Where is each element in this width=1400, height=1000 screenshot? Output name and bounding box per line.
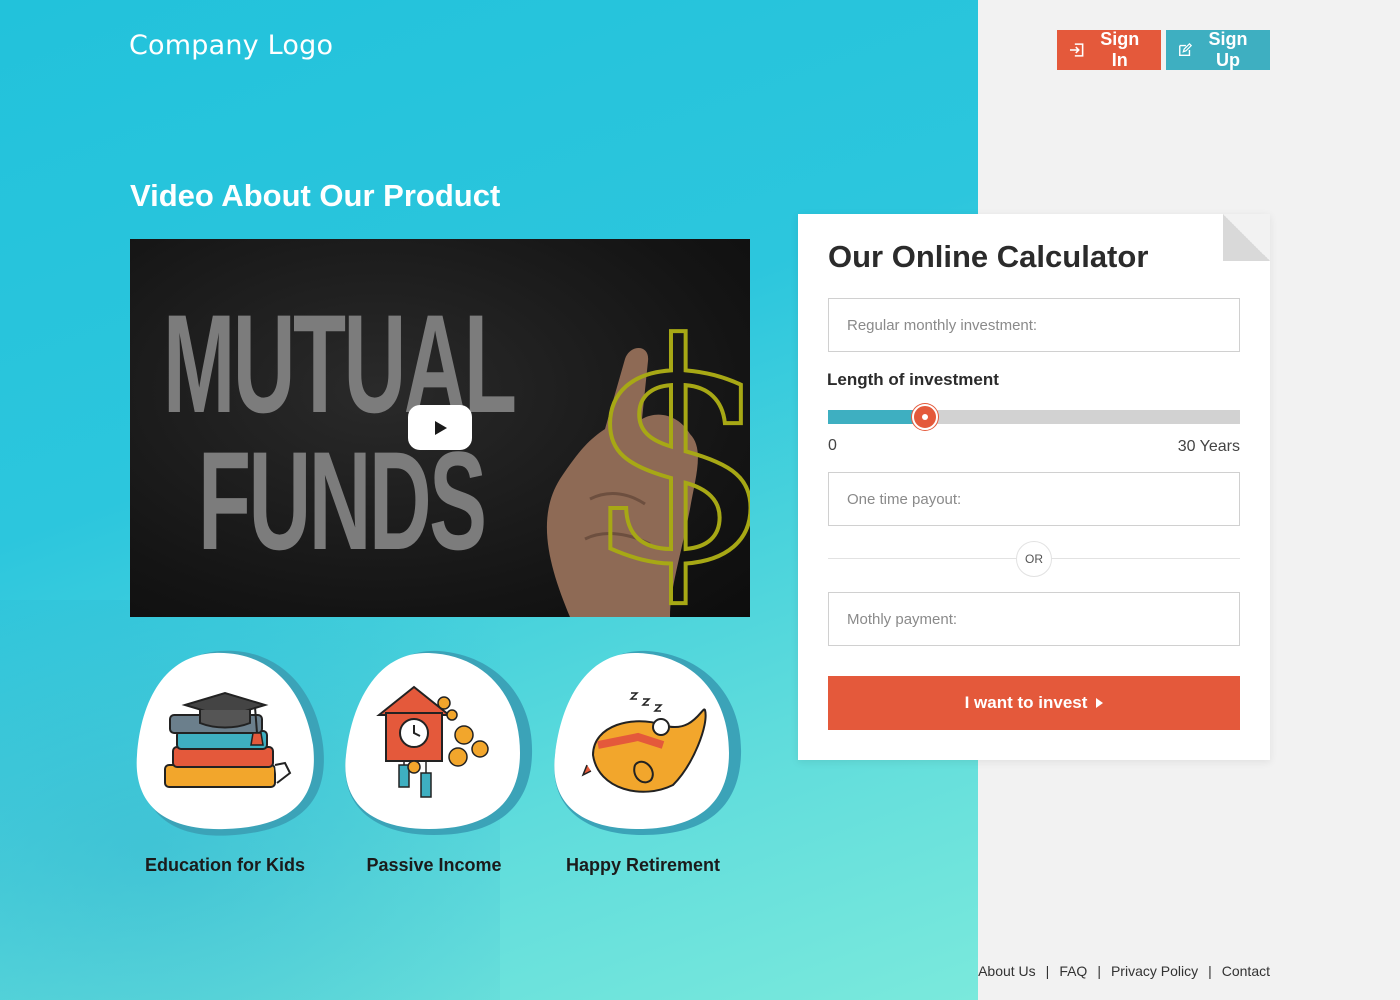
feature-label: Education for Kids xyxy=(144,855,305,875)
hand-drawing-dollar-image: $ xyxy=(546,299,750,617)
footer-link-faq[interactable]: FAQ xyxy=(1059,963,1087,979)
sign-up-button[interactable]: Sign Up xyxy=(1166,29,1270,70)
monthly-payment-input[interactable] xyxy=(828,592,1240,646)
feature-label: Happy Retirement xyxy=(565,855,721,875)
sign-up-label: Sign Up xyxy=(1208,29,1248,70)
footer-separator: | xyxy=(1045,963,1050,979)
calculator-title: Our Online Calculator xyxy=(828,239,1149,274)
footer-link-about[interactable]: About Us xyxy=(978,963,1036,979)
dollar-sign-drawing: $ xyxy=(585,299,750,617)
product-video[interactable]: MUTUAL FUNDS $ xyxy=(130,239,750,617)
edit-icon xyxy=(1179,42,1193,56)
slider-fill xyxy=(828,410,925,424)
arrow-right-icon xyxy=(1096,698,1104,708)
sign-in-button[interactable]: Sign In xyxy=(1057,29,1161,70)
sign-in-icon xyxy=(1069,43,1084,57)
monthly-investment-input[interactable] xyxy=(828,298,1240,352)
feature-retirement[interactable]: Happy Retirement xyxy=(543,645,743,875)
calculator-card: Our Online Calculator Length of investme… xyxy=(798,214,1270,760)
footer-separator: | xyxy=(1208,963,1212,979)
footer-separator: | xyxy=(1097,963,1101,979)
feature-blob xyxy=(334,645,534,840)
feature-blob xyxy=(543,645,743,840)
invest-button-label: I want to invest xyxy=(964,693,1088,712)
one-time-payout-input[interactable] xyxy=(828,472,1240,526)
slider-min-label: 0 xyxy=(828,437,837,454)
footer-link-contact[interactable]: Contact xyxy=(1222,963,1270,979)
play-button[interactable] xyxy=(408,405,472,450)
feature-blob xyxy=(125,645,325,840)
feature-label: Passive Income xyxy=(366,855,502,875)
play-icon xyxy=(435,420,447,435)
video-section-title: Video About Our Product xyxy=(130,178,501,213)
invest-button[interactable]: I want to invest xyxy=(828,676,1240,730)
footer-link-privacy[interactable]: Privacy Policy xyxy=(1111,963,1198,979)
investment-length-label: Length of investment xyxy=(827,370,999,389)
feature-passive-income[interactable]: Passive Income xyxy=(334,645,534,875)
or-badge: OR xyxy=(1016,541,1052,577)
footer-nav: About Us | FAQ | Privacy Policy | Contac… xyxy=(978,963,1270,979)
video-thumbnail-text-funds: FUNDS xyxy=(198,422,487,579)
company-logo[interactable]: Company Logo xyxy=(129,30,333,61)
feature-education[interactable]: Education for Kids xyxy=(125,645,325,875)
page-fold-corner xyxy=(1223,214,1270,261)
slider-thumb[interactable] xyxy=(911,404,938,430)
investment-length-slider[interactable] xyxy=(828,404,1240,430)
sign-in-label: Sign In xyxy=(1100,29,1140,70)
slider-max-label: 30 Years xyxy=(1177,438,1240,455)
